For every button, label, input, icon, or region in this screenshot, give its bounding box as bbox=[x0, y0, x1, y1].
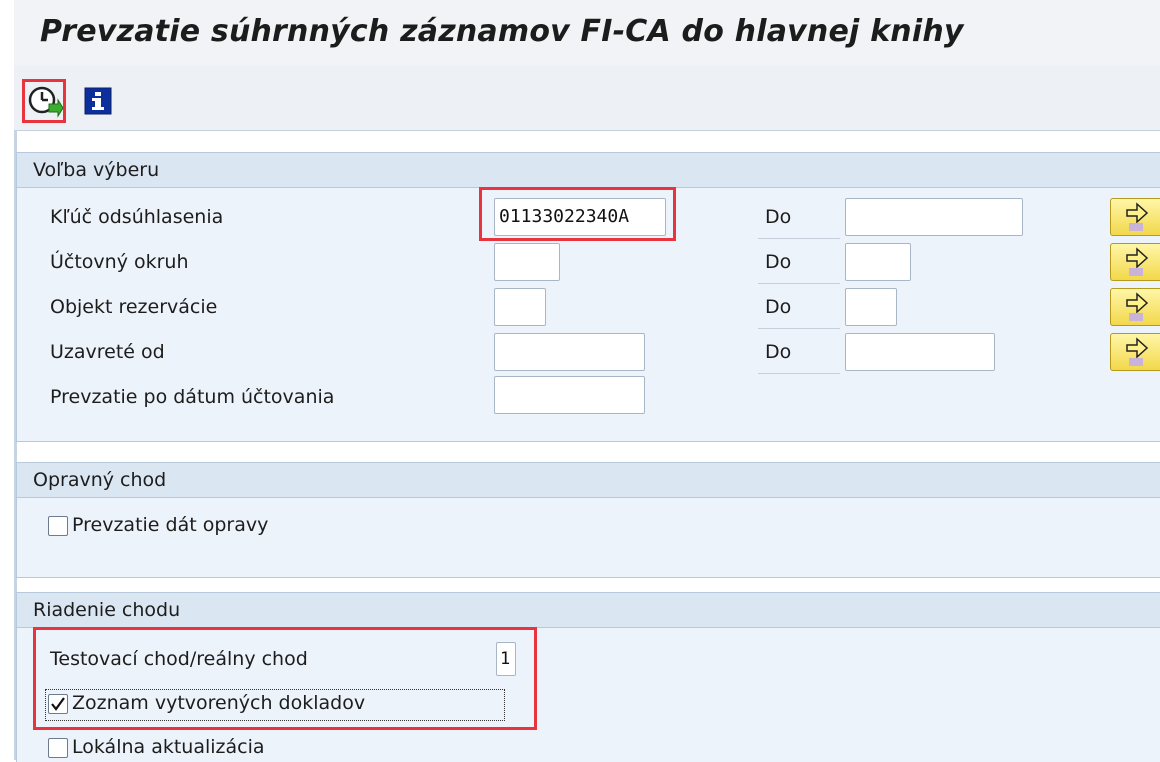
arrow-right-icon bbox=[1126, 292, 1149, 321]
info-icon bbox=[84, 87, 112, 115]
correction-data-label: Prevzatie dát opravy bbox=[72, 514, 269, 536]
to-underline bbox=[758, 373, 840, 374]
reconciliation-key-label: Kľúč odsúhlasenia bbox=[50, 206, 224, 228]
multiple-selection-button[interactable] bbox=[1110, 243, 1160, 281]
company-code-label: Účtovný okruh bbox=[50, 251, 189, 273]
reconciliation-key-to-field[interactable] bbox=[845, 198, 1023, 236]
closed-from-field[interactable] bbox=[494, 333, 645, 371]
to-label: Do bbox=[765, 206, 792, 228]
closed-to-field[interactable] bbox=[845, 333, 995, 371]
arrow-right-icon bbox=[1126, 247, 1149, 276]
multiple-selection-button[interactable] bbox=[1110, 198, 1160, 236]
closed-from-label: Uzavreté od bbox=[50, 341, 165, 363]
title-bar: Prevzatie súhrnných záznamov FI-CA do hl… bbox=[14, 0, 1160, 67]
arrow-right-icon bbox=[1126, 337, 1149, 366]
application-toolbar bbox=[14, 66, 1160, 131]
to-underline bbox=[758, 238, 840, 239]
local-update-label: Lokálna aktualizácia bbox=[72, 736, 265, 758]
highlight-frame-key bbox=[479, 187, 676, 241]
info-button[interactable] bbox=[84, 87, 112, 115]
company-code-to-field[interactable] bbox=[845, 243, 911, 281]
page-title: Prevzatie súhrnných záznamov FI-CA do hl… bbox=[40, 14, 964, 49]
highlight-frame-run-control bbox=[33, 627, 537, 730]
execute-clock-icon bbox=[28, 86, 63, 118]
correction-data-checkbox[interactable] bbox=[48, 516, 68, 536]
to-label: Do bbox=[765, 251, 792, 273]
reservation-object-to-field[interactable] bbox=[845, 288, 897, 326]
reservation-object-from-field[interactable] bbox=[494, 288, 546, 326]
multiple-selection-button[interactable] bbox=[1110, 333, 1160, 371]
arrow-right-icon bbox=[1126, 202, 1149, 231]
to-label: Do bbox=[765, 296, 792, 318]
to-underline bbox=[758, 328, 840, 329]
execute-button[interactable] bbox=[22, 79, 66, 123]
company-code-from-field[interactable] bbox=[494, 243, 560, 281]
to-label: Do bbox=[765, 341, 792, 363]
selection-group-header: Voľba výberu bbox=[17, 153, 1160, 188]
posting-date-label: Prevzatie po dátum účtovania bbox=[50, 386, 335, 408]
local-update-checkbox[interactable] bbox=[48, 738, 68, 758]
correction-group-header: Opravný chod bbox=[17, 463, 1160, 498]
reservation-object-label: Objekt rezervácie bbox=[50, 296, 218, 318]
run-control-group-header: Riadenie chodu bbox=[17, 593, 1160, 628]
to-underline bbox=[758, 283, 840, 284]
multiple-selection-button[interactable] bbox=[1110, 288, 1160, 326]
posting-date-field[interactable] bbox=[494, 376, 645, 414]
